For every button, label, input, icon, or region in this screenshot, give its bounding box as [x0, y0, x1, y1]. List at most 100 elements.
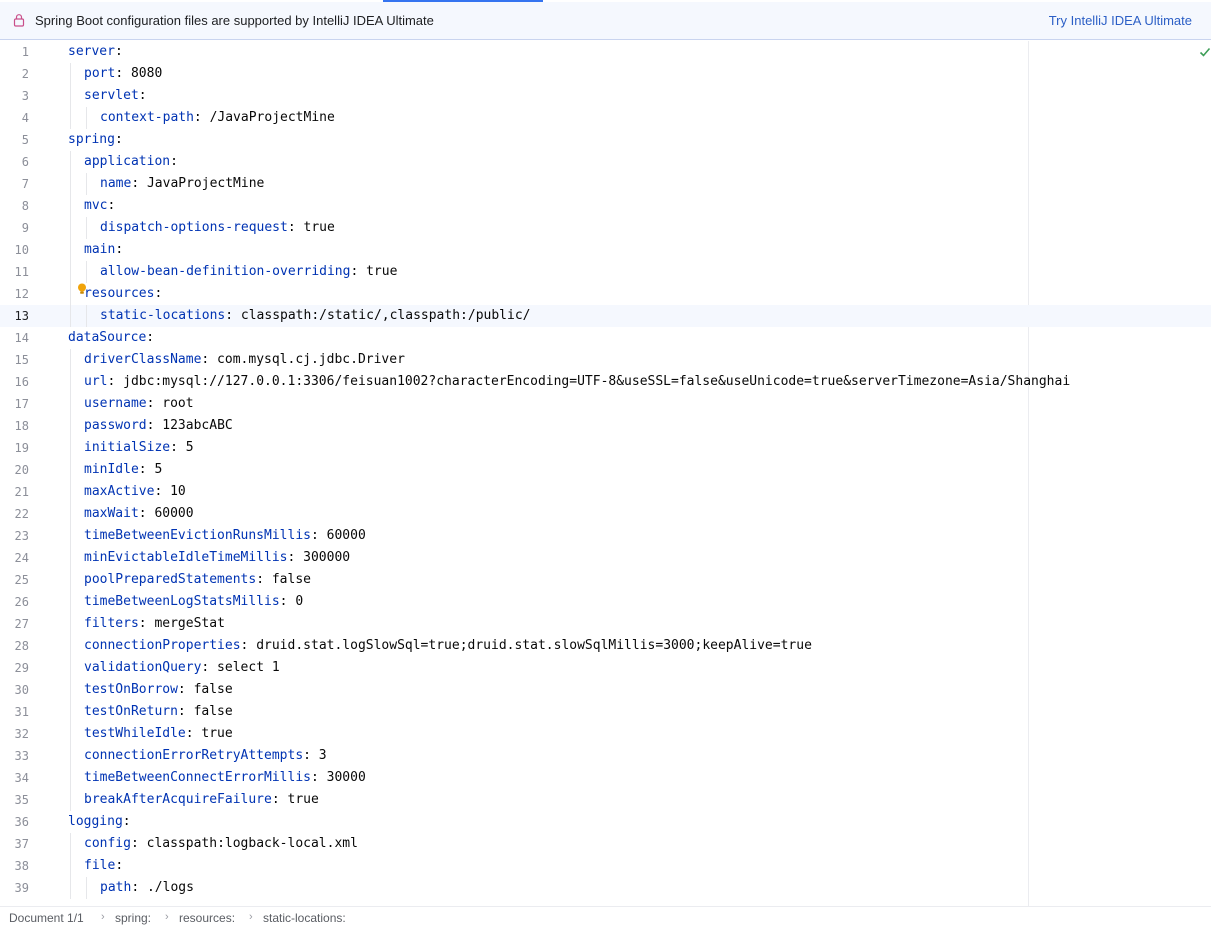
line-number[interactable]: 37	[0, 833, 29, 855]
code-text[interactable]: logging:	[68, 811, 131, 833]
line-number[interactable]: 33	[0, 745, 29, 767]
code-text[interactable]: connectionErrorRetryAttempts: 3	[84, 745, 327, 767]
code-text[interactable]: validationQuery: select 1	[84, 657, 280, 679]
line-number[interactable]: 20	[0, 459, 29, 481]
code-line[interactable]: 23 timeBetweenEvictionRunsMillis: 60000	[0, 525, 1211, 547]
code-line[interactable]: 7 name: JavaProjectMine	[0, 173, 1211, 195]
line-number[interactable]: 9	[0, 217, 29, 239]
line-number[interactable]: 11	[0, 261, 29, 283]
code-text[interactable]: maxActive: 10	[84, 481, 186, 503]
code-line[interactable]: 33 connectionErrorRetryAttempts: 3	[0, 745, 1211, 767]
code-line[interactable]: 32 testWhileIdle: true	[0, 723, 1211, 745]
code-text[interactable]: timeBetweenLogStatsMillis: 0	[84, 591, 303, 613]
code-line[interactable]: 37 config: classpath:logback-local.xml	[0, 833, 1211, 855]
code-text[interactable]: maxWait: 60000	[84, 503, 194, 525]
code-text[interactable]: timeBetweenEvictionRunsMillis: 60000	[84, 525, 366, 547]
try-ultimate-link[interactable]: Try IntelliJ IDEA Ultimate	[1049, 13, 1192, 28]
code-text[interactable]: breakAfterAcquireFailure: true	[84, 789, 319, 811]
code-line[interactable]: 38 file:	[0, 855, 1211, 877]
line-number[interactable]: 36	[0, 811, 29, 833]
line-number[interactable]: 29	[0, 657, 29, 679]
code-text[interactable]: url: jdbc:mysql://127.0.0.1:3306/feisuan…	[84, 371, 1070, 393]
breadcrumb-resources[interactable]: resources:	[179, 911, 235, 925]
line-number[interactable]: 12	[0, 283, 29, 305]
line-number[interactable]: 26	[0, 591, 29, 613]
code-text[interactable]: minIdle: 5	[84, 459, 162, 481]
code-text[interactable]: resources:	[84, 283, 162, 305]
code-line[interactable]: 14 dataSource:	[0, 327, 1211, 349]
line-number[interactable]: 19	[0, 437, 29, 459]
line-number[interactable]: 38	[0, 855, 29, 877]
code-text[interactable]: dispatch-options-request: true	[100, 217, 335, 239]
code-line[interactable]: 26 timeBetweenLogStatsMillis: 0	[0, 591, 1211, 613]
line-number[interactable]: 10	[0, 239, 29, 261]
code-line[interactable]: 8 mvc:	[0, 195, 1211, 217]
line-number[interactable]: 4	[0, 107, 29, 129]
line-number[interactable]: 2	[0, 63, 29, 85]
line-number[interactable]: 7	[0, 173, 29, 195]
code-line[interactable]: 15 driverClassName: com.mysql.cj.jdbc.Dri…	[0, 349, 1211, 371]
line-number[interactable]: 18	[0, 415, 29, 437]
breadcrumb-spring[interactable]: spring:	[115, 911, 151, 925]
code-text[interactable]: connectionProperties: druid.stat.logSlow…	[84, 635, 812, 657]
line-number[interactable]: 27	[0, 613, 29, 635]
line-number[interactable]: 8	[0, 195, 29, 217]
line-number[interactable]: 24	[0, 547, 29, 569]
code-line[interactable]: 6 application:	[0, 151, 1211, 173]
line-number[interactable]: 1	[0, 41, 29, 63]
code-text[interactable]: testWhileIdle: true	[84, 723, 233, 745]
code-text[interactable]: static-locations: classpath:/static/,cla…	[100, 305, 530, 327]
code-line[interactable]: 4 context-path: /JavaProjectMine	[0, 107, 1211, 129]
line-number[interactable]: 3	[0, 85, 29, 107]
code-line[interactable]: 36 logging:	[0, 811, 1211, 833]
code-line[interactable]: 24 minEvictableIdleTimeMillis: 300000	[0, 547, 1211, 569]
code-text[interactable]: allow-bean-definition-overriding: true	[100, 261, 397, 283]
line-number[interactable]: 22	[0, 503, 29, 525]
code-line[interactable]: 18 password: 123abcABC	[0, 415, 1211, 437]
breadcrumb-static-locations[interactable]: static-locations:	[263, 911, 346, 925]
code-line[interactable]: 3 servlet:	[0, 85, 1211, 107]
line-number[interactable]: 31	[0, 701, 29, 723]
code-text[interactable]: poolPreparedStatements: false	[84, 569, 311, 591]
code-text[interactable]: servlet:	[84, 85, 147, 107]
code-text[interactable]: testOnBorrow: false	[84, 679, 233, 701]
code-text[interactable]: minEvictableIdleTimeMillis: 300000	[84, 547, 350, 569]
code-text[interactable]: context-path: /JavaProjectMine	[100, 107, 335, 129]
code-text[interactable]: driverClassName: com.mysql.cj.jdbc.Drive…	[84, 349, 405, 371]
code-text[interactable]: config: classpath:logback-local.xml	[84, 833, 358, 855]
code-line[interactable]: 27 filters: mergeStat	[0, 613, 1211, 635]
line-number[interactable]: 25	[0, 569, 29, 591]
code-line[interactable]: 19 initialSize: 5	[0, 437, 1211, 459]
code-line[interactable]: 31 testOnReturn: false	[0, 701, 1211, 723]
line-number[interactable]: 17	[0, 393, 29, 415]
code-text[interactable]: mvc:	[84, 195, 115, 217]
line-number[interactable]: 32	[0, 723, 29, 745]
code-text[interactable]: path: ./logs	[100, 877, 194, 899]
code-text[interactable]: name: JavaProjectMine	[100, 173, 264, 195]
line-number[interactable]: 6	[0, 151, 29, 173]
code-line[interactable]: 30 testOnBorrow: false	[0, 679, 1211, 701]
checkmark-icon[interactable]	[1199, 46, 1211, 58]
code-line[interactable]: 22 maxWait: 60000	[0, 503, 1211, 525]
code-line[interactable]: 17 username: root	[0, 393, 1211, 415]
code-line[interactable]: 21 maxActive: 10	[0, 481, 1211, 503]
line-number[interactable]: 35	[0, 789, 29, 811]
line-number[interactable]: 28	[0, 635, 29, 657]
intention-bulb-icon[interactable]	[77, 283, 87, 295]
code-line[interactable]: 12 resources:	[0, 283, 1211, 305]
code-line[interactable]: 25 poolPreparedStatements: false	[0, 569, 1211, 591]
code-text[interactable]: file:	[84, 855, 123, 877]
line-number[interactable]: 5	[0, 129, 29, 151]
code-line[interactable]: 29 validationQuery: select 1	[0, 657, 1211, 679]
code-line[interactable]: 39 path: ./logs	[0, 877, 1211, 899]
code-text[interactable]: initialSize: 5	[84, 437, 194, 459]
code-text[interactable]: port: 8080	[84, 63, 162, 85]
code-line[interactable]: 34 timeBetweenConnectErrorMillis: 30000	[0, 767, 1211, 789]
code-line[interactable]: 1 server:	[0, 41, 1211, 63]
code-line[interactable]: 13 static-locations: classpath:/static/,c…	[0, 305, 1211, 327]
code-line[interactable]: 10 main:	[0, 239, 1211, 261]
code-editor[interactable]: 1 server: 2 port: 8080 3 servlet: 4 context-pat…	[0, 41, 1211, 906]
line-number[interactable]: 39	[0, 877, 29, 899]
code-text[interactable]: main:	[84, 239, 123, 261]
code-text[interactable]: testOnReturn: false	[84, 701, 233, 723]
